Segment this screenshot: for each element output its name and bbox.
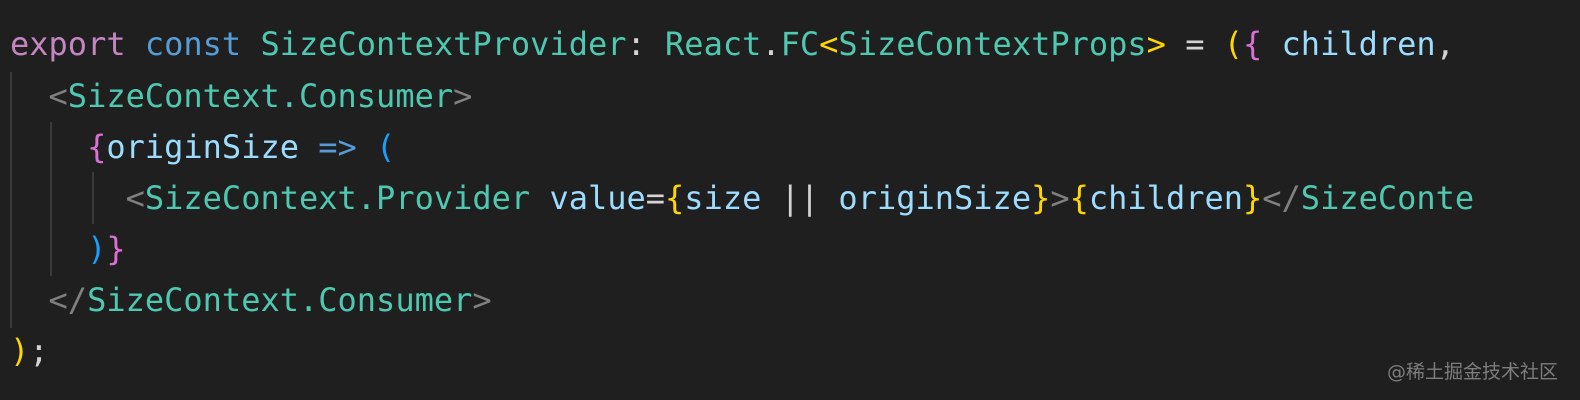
- code-token: {: [1069, 179, 1089, 217]
- code-token: =>: [318, 128, 357, 166]
- code-token: SizeConte: [1300, 179, 1475, 217]
- code-token: children: [1088, 179, 1243, 217]
- code-token: </: [1262, 179, 1301, 217]
- code-token: ;: [29, 332, 49, 370]
- code-line-5: )}: [10, 224, 126, 274]
- code-token: }: [106, 230, 126, 268]
- code-token: {: [87, 128, 107, 166]
- code-token: {: [1243, 25, 1263, 63]
- code-line-1: export const SizeContextProvider: React.…: [10, 19, 1455, 69]
- code-token: originSize: [838, 179, 1032, 217]
- code-token: ||: [761, 179, 839, 217]
- code-token: originSize: [106, 128, 299, 166]
- code-token: >: [453, 77, 473, 115]
- code-token: SizeContext.Provider: [144, 179, 531, 217]
- code-token: React: [665, 25, 762, 63]
- code-token: ): [10, 332, 30, 370]
- code-line-4: <SizeContext.Provider value={size || ori…: [10, 173, 1475, 223]
- code-token: size: [684, 179, 762, 217]
- code-token: =: [645, 179, 666, 217]
- code-token: FC: [780, 25, 820, 63]
- code-token: >: [1050, 179, 1070, 217]
- code-token: =: [1165, 25, 1224, 63]
- code-token: {: [665, 179, 685, 217]
- code-token: ): [87, 230, 107, 268]
- code-token: }: [1243, 179, 1263, 217]
- code-token: }: [1031, 179, 1051, 217]
- code-token: (: [1223, 25, 1243, 63]
- code-token: >: [1146, 25, 1166, 63]
- code-token: SizeContextProps: [838, 25, 1147, 63]
- code-token: (: [376, 128, 396, 166]
- code-token: <: [819, 25, 839, 63]
- code-editor[interactable]: export const SizeContextProvider: React.…: [0, 0, 1580, 400]
- code-token: SizeContext.Consumer: [67, 77, 454, 115]
- code-line-2: <SizeContext.Consumer>: [10, 71, 473, 121]
- code-token: <: [125, 179, 145, 217]
- code-token: children: [1281, 25, 1436, 63]
- code-line-6: </SizeContext.Consumer>: [10, 275, 492, 325]
- code-line-3: {originSize => (: [10, 122, 395, 172]
- code-token: value: [549, 179, 646, 217]
- code-token: ,: [1435, 25, 1455, 63]
- code-token: :: [626, 25, 666, 63]
- code-token: >: [472, 281, 492, 319]
- code-token: SizeContextProvider: [260, 25, 627, 63]
- code-token: SizeContext.Consumer: [87, 281, 473, 319]
- code-token: const: [144, 25, 242, 63]
- code-token: export: [10, 25, 126, 63]
- code-token: <: [48, 77, 68, 115]
- watermark: @稀土掘金技术社区: [1386, 361, 1558, 383]
- code-token: </: [48, 281, 88, 319]
- code-token: .: [761, 25, 781, 63]
- code-line-7: );: [10, 326, 49, 376]
